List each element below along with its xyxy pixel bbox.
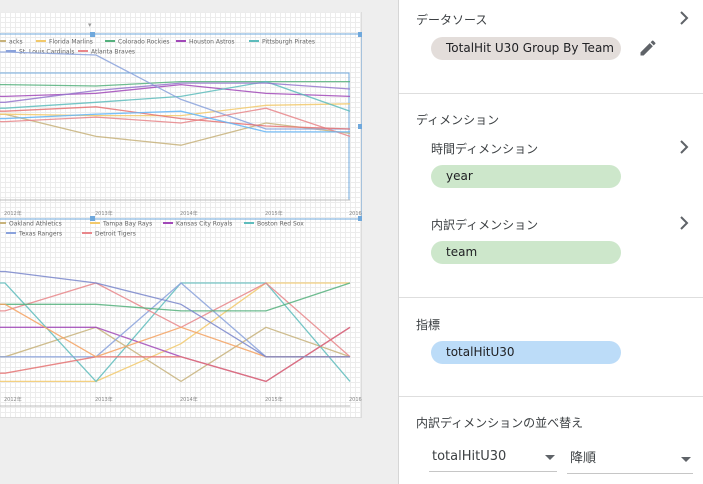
series-line [0, 326, 351, 383]
legend-label: Texas Rangers [18, 231, 62, 238]
legend-label: Atlanta Braves [91, 49, 135, 56]
x-tick-label: 2013年 [95, 210, 113, 217]
datasource-chip[interactable]: TotalHit U30 Group By Team [431, 37, 621, 60]
legend-label: Tampa Bay Rays [102, 221, 152, 228]
sort-title: 内訳ディメンションの並べ替え [416, 416, 584, 430]
metric-section: 指標 totalHitU30 [399, 298, 703, 397]
resize-handle-top-right[interactable] [358, 32, 363, 37]
dimension-title: ディメンション [416, 113, 500, 127]
metric-chip[interactable]: totalHitU30 [431, 341, 621, 364]
metric-title: 指標 [416, 318, 441, 332]
dimension-section: ディメンション 時間ディメンション year 内訳ディメンション team [399, 94, 703, 298]
x-tick-label: 2013年 [95, 396, 113, 403]
legend-label: Oakland Athletics [9, 221, 62, 228]
report-canvas[interactable]: acks Florida Marlins Colorado Rockies Houst… [0, 0, 398, 484]
x-tick-label: 2015年 [265, 210, 283, 217]
datasource-title: データソース [416, 13, 488, 27]
resize-handle-top[interactable] [90, 32, 95, 37]
report-page[interactable]: acks Florida Marlins Colorado Rockies Houst… [0, 12, 367, 418]
x-tick-label: 2012年 [4, 210, 22, 217]
sort-field-value: totalHitU30 [432, 449, 507, 464]
legend-label: Houston Astros [189, 39, 235, 46]
legend-label: acks [9, 39, 23, 46]
legend-label: Colorado Rockies [118, 39, 170, 46]
legend-label: Pittsburgh Pirates [262, 39, 315, 46]
dropdown-arrow-icon [545, 455, 555, 460]
x-tick-label: 2015年 [265, 396, 283, 403]
top-chart[interactable]: acks Florida Marlins Colorado Rockies Houst… [0, 32, 367, 221]
sort-field-select[interactable]: totalHitU30 [429, 446, 557, 472]
legend-label: Detroit Tigers [95, 231, 136, 238]
breakdown-dimension-label: 内訳ディメンション [431, 218, 539, 232]
x-tick-label: 2014年 [180, 210, 198, 217]
resize-handle-right[interactable] [358, 124, 363, 129]
dropdown-arrow-icon [681, 457, 691, 462]
x-tick-label: 2016年 [349, 210, 362, 217]
charts-svg[interactable]: acks Florida Marlins Colorado Rockies Houst… [0, 12, 367, 418]
x-tick-label: 2016年 [349, 396, 362, 403]
time-dimension-chip[interactable]: year [431, 165, 621, 188]
chevron-right-icon[interactable] [678, 140, 690, 154]
sort-order-value: 降順 [570, 451, 597, 466]
series-line [0, 303, 350, 358]
x-tick-label: 2014年 [180, 396, 198, 403]
pencil-icon[interactable] [638, 38, 658, 58]
breakdown-dimension-chip[interactable]: team [431, 241, 621, 264]
time-dimension-label: 時間ディメンション [431, 142, 539, 156]
legend-label: Florida Marlins [49, 39, 93, 46]
datasource-section: データソース TotalHit U30 Group By Team [399, 0, 703, 94]
series-line [0, 83, 351, 98]
legend-label: Boston Red Sox [257, 221, 304, 228]
sort-order-select[interactable]: 降順 [567, 448, 693, 474]
collapse-caret-icon[interactable]: ▾ [88, 21, 92, 29]
series-line [0, 270, 350, 358]
legend-label: Kansas City Royals [176, 221, 232, 228]
chevron-right-icon[interactable] [678, 216, 690, 230]
sort-section: 内訳ディメンションの並べ替え totalHitU30 降順 [399, 397, 703, 484]
properties-panel: データソース TotalHit U30 Group By Team ディメンショ… [398, 0, 703, 484]
chevron-right-icon[interactable] [678, 11, 690, 25]
x-tick-label: 2012年 [4, 396, 22, 403]
bottom-chart[interactable]: Oakland Athletics Tampa Bay Rays Kansas Ci… [0, 221, 367, 407]
